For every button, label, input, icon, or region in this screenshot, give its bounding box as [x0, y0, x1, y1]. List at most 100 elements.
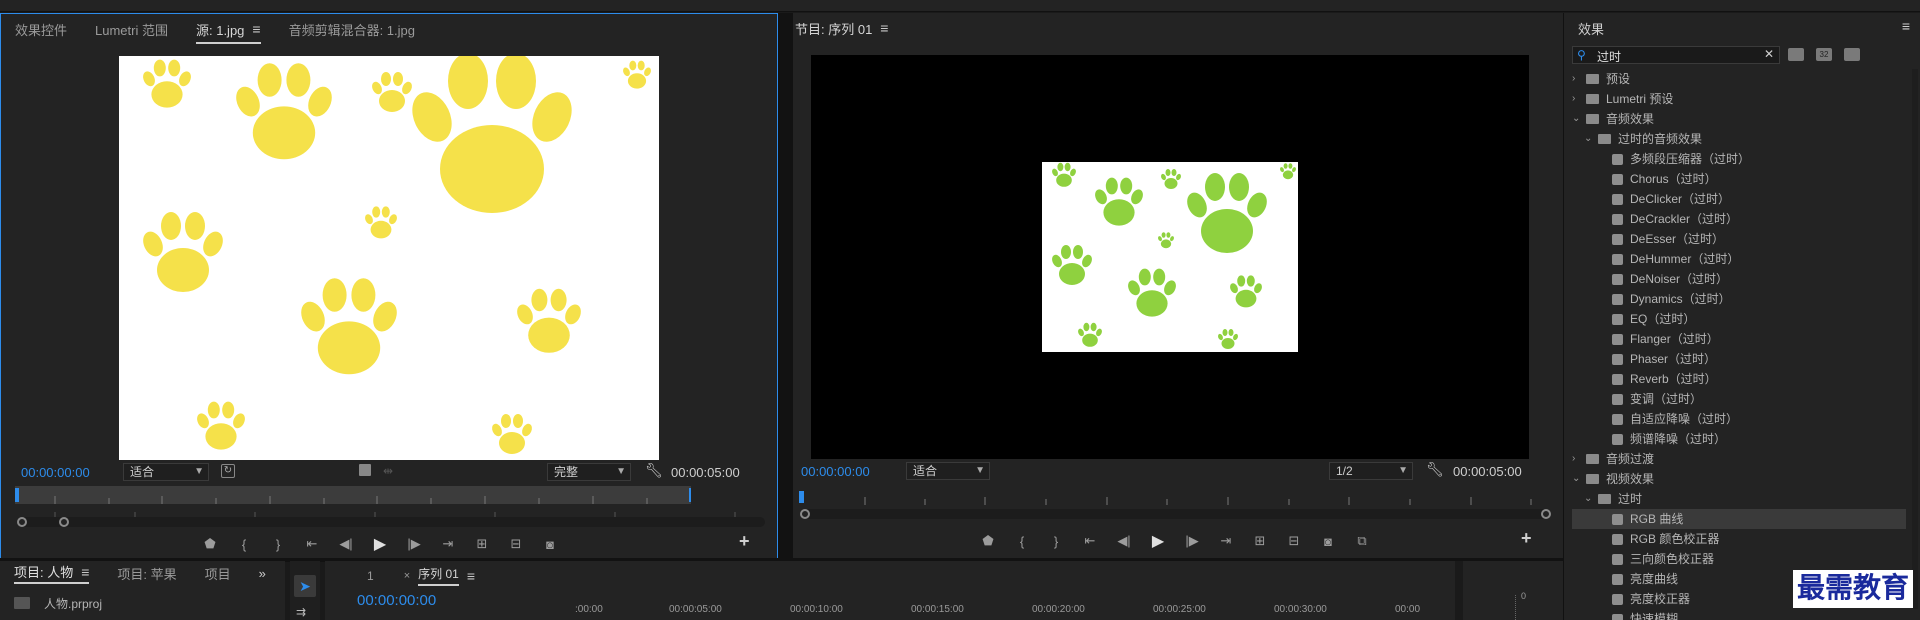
tree-effect-item[interactable]: DeClicker（过时）: [1572, 189, 1906, 209]
menu-icon[interactable]: ≡: [1902, 18, 1910, 34]
tree-effect-item[interactable]: DeHummer（过时）: [1572, 249, 1906, 269]
tree-effect-item[interactable]: Flanger（过时）: [1572, 329, 1906, 349]
tree-effect-item[interactable]: Reverb（过时）: [1572, 369, 1906, 389]
tree-effect-item[interactable]: Dynamics（过时）: [1572, 289, 1906, 309]
source-zoom-scrollbar[interactable]: [19, 517, 765, 527]
go-to-in-icon[interactable]: ⇤: [1079, 533, 1101, 549]
mark-in-icon[interactable]: {: [233, 537, 255, 552]
play-icon[interactable]: ▶: [369, 534, 391, 554]
program-time-ruler[interactable]: [799, 491, 1543, 505]
tree-effect-item[interactable]: DeCrackler（过时）: [1572, 209, 1906, 229]
tree-folder[interactable]: › Lumetri 预设: [1572, 89, 1906, 109]
menu-icon[interactable]: ≡: [467, 568, 475, 584]
tab-source[interactable]: 源: 1.jpg ≡: [195, 20, 261, 44]
tab-project-apple[interactable]: 项目: 苹果: [117, 564, 176, 583]
tab-effect-controls[interactable]: 效果控件: [15, 20, 67, 39]
tree-effect-item[interactable]: 频谱降噪（过时）: [1572, 429, 1906, 449]
program-resolution-select[interactable]: 1/2 ▼: [1329, 462, 1413, 480]
chevron-right-icon[interactable]: ›: [1572, 89, 1582, 109]
timeline-ruler[interactable]: :00:00 00:00:05:00 00:00:10:00 00:00:15:…: [575, 604, 1475, 620]
add-marker-icon[interactable]: ⬟: [977, 533, 999, 549]
selection-tool-icon[interactable]: ➤: [294, 575, 316, 597]
timeline-timecode[interactable]: 00:00:00:00: [357, 592, 436, 609]
effects-search-input[interactable]: ⚲ 过时 ✕: [1572, 46, 1780, 64]
tree-effect-item[interactable]: DeNoiser（过时）: [1572, 269, 1906, 289]
chevron-right-icon[interactable]: ›: [1572, 69, 1582, 89]
source-video-frame[interactable]: [119, 56, 659, 460]
yuv-effects-icon[interactable]: [1844, 48, 1860, 61]
tree-folder[interactable]: ⌄ 过时: [1572, 489, 1906, 509]
drag-audio-icon[interactable]: ⇹: [383, 464, 393, 478]
tab-lumetri-scopes[interactable]: Lumetri 范围: [95, 20, 168, 39]
track-select-tool-icon[interactable]: ⇉: [296, 605, 306, 619]
export-frame-icon[interactable]: ↻: [221, 464, 235, 478]
step-back-icon[interactable]: ◀|: [1113, 533, 1135, 549]
chevron-down-icon[interactable]: ⌄: [1584, 489, 1594, 509]
source-zoom-handle-left[interactable]: [17, 517, 27, 527]
more-tabs-icon[interactable]: »: [259, 566, 266, 581]
menu-icon[interactable]: ≡: [81, 564, 89, 580]
add-button[interactable]: +: [739, 531, 750, 552]
step-back-icon[interactable]: ◀|: [335, 536, 357, 552]
tree-effect-item[interactable]: DeEsser（过时）: [1572, 229, 1906, 249]
program-video-frame[interactable]: [811, 55, 1529, 459]
add-button[interactable]: +: [1521, 528, 1532, 549]
camera-icon[interactable]: ◙: [1317, 534, 1339, 549]
menu-icon[interactable]: ≡: [880, 20, 888, 36]
clear-search-icon[interactable]: ✕: [1764, 47, 1774, 61]
project-file-name[interactable]: 人物.prproj: [44, 595, 102, 612]
tree-folder[interactable]: › 预设: [1572, 69, 1906, 89]
camera-icon[interactable]: ◙: [539, 537, 561, 552]
tree-folder[interactable]: ⌄ 过时的音频效果: [1572, 129, 1906, 149]
tree-effect-item[interactable]: 变调（过时）: [1572, 389, 1906, 409]
chevron-down-icon[interactable]: ⌄: [1572, 109, 1582, 129]
source-zoom-handle-right[interactable]: [59, 517, 69, 527]
tab-program[interactable]: 节目: 序列 01 ≡: [795, 19, 888, 38]
chevron-down-icon[interactable]: ⌄: [1572, 469, 1582, 489]
mark-out-icon[interactable]: }: [1045, 534, 1067, 549]
go-to-out-icon[interactable]: ⇥: [437, 536, 459, 552]
chevron-down-icon[interactable]: ⌄: [1584, 129, 1594, 149]
lift-icon[interactable]: ⊞: [1249, 533, 1271, 549]
tab-sequence-1[interactable]: 1: [367, 569, 374, 583]
tab-project-people[interactable]: 项目: 人物 ≡: [14, 562, 90, 584]
tab-project[interactable]: 项目: [205, 564, 231, 583]
tree-effect-item[interactable]: RGB 曲线: [1572, 509, 1906, 529]
effects-scrollbar[interactable]: [1912, 69, 1918, 609]
program-zoom-scrollbar[interactable]: [803, 509, 1551, 519]
chevron-right-icon[interactable]: ›: [1572, 449, 1582, 469]
mark-in-icon[interactable]: {: [1011, 534, 1033, 549]
program-fit-select[interactable]: 适合 ▼: [906, 462, 990, 480]
accelerated-effects-icon[interactable]: [1788, 48, 1804, 61]
tree-effect-item[interactable]: Chorus（过时）: [1572, 169, 1906, 189]
source-time-ruler[interactable]: [15, 486, 691, 504]
source-fit-select[interactable]: 适合 ▼: [123, 463, 209, 481]
wrench-icon[interactable]: 🔧︎: [645, 462, 663, 479]
mark-out-icon[interactable]: }: [267, 537, 289, 552]
tree-folder[interactable]: ⌄ 视频效果: [1572, 469, 1906, 489]
wrench-icon[interactable]: 🔧︎: [1426, 461, 1444, 478]
tree-effect-item[interactable]: EQ（过时）: [1572, 309, 1906, 329]
step-forward-icon[interactable]: |▶: [1181, 533, 1203, 549]
source-current-timecode[interactable]: 00:00:00:00: [21, 465, 90, 480]
overwrite-icon[interactable]: ⊟: [505, 536, 527, 552]
compare-view-icon[interactable]: ⧉: [1351, 533, 1373, 549]
program-zoom-handle-right[interactable]: [1541, 509, 1551, 519]
go-to-in-icon[interactable]: ⇤: [301, 536, 323, 552]
menu-icon[interactable]: ≡: [252, 21, 260, 37]
tree-effect-item[interactable]: Phaser（过时）: [1572, 349, 1906, 369]
32bit-effects-icon[interactable]: 32: [1816, 48, 1832, 61]
insert-icon[interactable]: ⊞: [471, 536, 493, 552]
tab-sequence-01[interactable]: 序列 01: [418, 565, 459, 586]
tab-audio-clip-mixer[interactable]: 音频剪辑混合器: 1.jpg: [289, 20, 415, 39]
tree-folder[interactable]: ⌄ 音频效果: [1572, 109, 1906, 129]
tree-effect-item[interactable]: 自适应降噪（过时）: [1572, 409, 1906, 429]
play-icon[interactable]: ▶: [1147, 531, 1169, 551]
tree-folder[interactable]: › 音频过渡: [1572, 449, 1906, 469]
tree-effect-item[interactable]: 快速模糊: [1572, 609, 1906, 620]
step-forward-icon[interactable]: |▶: [403, 536, 425, 552]
close-tab-icon[interactable]: ×: [404, 570, 410, 582]
source-quality-select[interactable]: 完整 ▼: [547, 463, 631, 481]
drag-video-icon[interactable]: [359, 464, 371, 476]
tree-effect-item[interactable]: 多频段压缩器（过时）: [1572, 149, 1906, 169]
